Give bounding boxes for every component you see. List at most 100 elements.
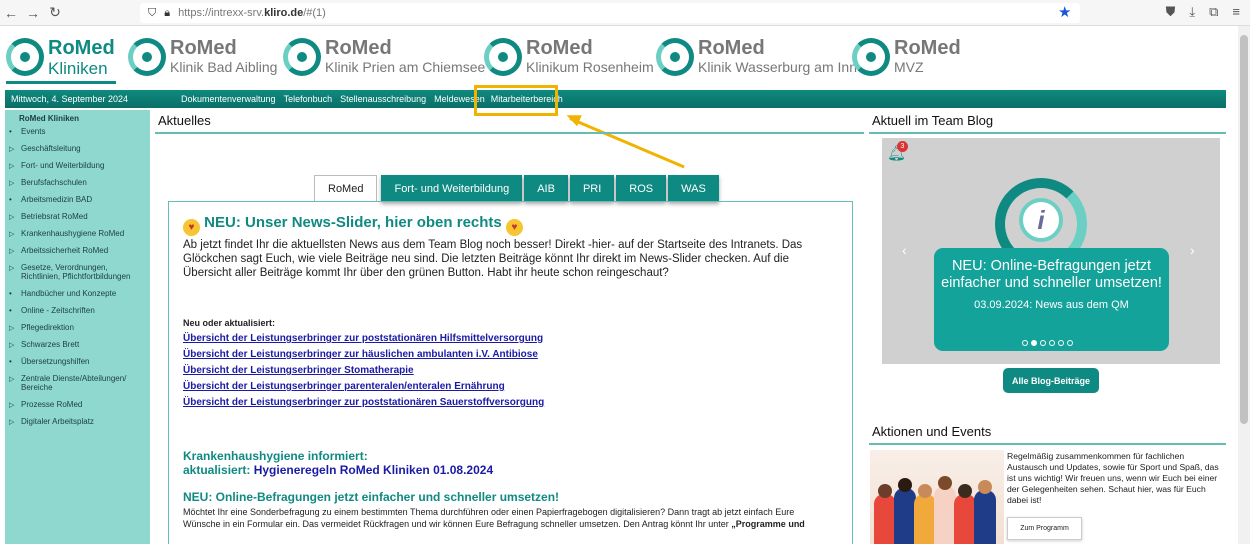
person-figure <box>934 486 956 544</box>
sidebar-item-label: Pflegedirektion <box>21 323 74 332</box>
news-content: ♥ NEU: Unser News-Slider, hier oben rech… <box>168 201 853 544</box>
slider-dot[interactable] <box>1022 340 1028 346</box>
logo-subtitle: Klinik Prien am Chiemsee <box>325 59 486 75</box>
slide-card[interactable]: NEU: Online-Befragungen jetzt einfacher … <box>934 248 1169 351</box>
slider-dot[interactable] <box>1067 340 1073 346</box>
slider-dot[interactable] <box>1031 340 1037 346</box>
sidebar-item[interactable]: Digitaler Arbeitsplatz <box>5 417 150 426</box>
sidebar-item-label: Berufsfachschulen <box>21 178 87 187</box>
sidebar-item[interactable]: Arbeitsmedizin BAD <box>5 195 150 204</box>
slider-dots <box>1022 340 1073 346</box>
pocket-icon[interactable]: ⛊ <box>1166 4 1176 20</box>
back-icon[interactable]: ← <box>0 5 22 21</box>
download-icon[interactable]: ⤓ <box>1189 4 1195 20</box>
sidebar-item[interactable]: Geschäftsleitung <box>5 144 150 153</box>
extensions-icon[interactable]: ⧉ <box>1209 4 1218 20</box>
link-sauerstoffversorgung[interactable]: Übersicht der Leistungserbringer zur pos… <box>183 397 838 408</box>
bookmark-star-icon[interactable]: ★ <box>1058 3 1071 21</box>
logo-prien[interactable]: RoMed Klinik Prien am Chiemsee <box>283 38 485 76</box>
online-survey-text: Möchtet Ihr eine Sonderbefragung zu eine… <box>183 506 838 530</box>
logo-mvz[interactable]: RoMed MVZ <box>852 38 961 76</box>
url-domain: kliro.de <box>264 7 304 19</box>
sidebar-item[interactable]: Übersetzungshilfen <box>5 357 150 366</box>
romed-logo-icon <box>852 38 890 76</box>
sidebar-item[interactable]: Krankenhaushygiene RoMed <box>5 229 150 238</box>
person-head <box>878 484 892 498</box>
link-stomatherapie[interactable]: Übersicht der Leistungserbringer Stomath… <box>183 365 838 376</box>
news-heading: ♥ NEU: Unser News-Slider, hier oben rech… <box>183 214 838 236</box>
sidebar-heading[interactable]: RoMed Kliniken <box>5 110 150 127</box>
expand-arrow-icon <box>9 340 17 349</box>
all-blog-posts-button[interactable]: Alle Blog-Beiträge <box>1003 368 1099 393</box>
hygiene-rules-link[interactable]: Hygieneregeln RoMed Kliniken 01.08.2024 <box>254 463 493 477</box>
sidebar-item-label: Prozesse RoMed <box>21 400 83 409</box>
sidebar-item[interactable]: Zentrale Dienste/Abteilungen/ Bereiche <box>5 374 150 392</box>
link-ernaehrung[interactable]: Übersicht der Leistungserbringer parente… <box>183 381 838 392</box>
online-text-bold: „Programme und <box>728 519 805 529</box>
lock-icon: 🔒︎ <box>164 6 171 19</box>
sidebar-item[interactable]: Prozesse RoMed <box>5 400 150 409</box>
active-logo-underline <box>6 81 116 84</box>
nav-dokumentenverwaltung[interactable]: Dokumentenverwaltung <box>181 94 276 104</box>
sidebar-item[interactable]: Betriebsrat RoMed <box>5 212 150 221</box>
sidebar-item[interactable]: Schwarzes Brett <box>5 340 150 349</box>
tab-fort-und-weiterbildung[interactable]: Fort- und Weiterbildung <box>381 175 523 202</box>
logo-name: RoMed <box>325 37 392 59</box>
expand-arrow-icon <box>9 400 17 409</box>
sidebar-item-label: Übersetzungshilfen <box>21 357 90 366</box>
sidebar-item[interactable]: Events <box>5 127 150 136</box>
reload-icon[interactable]: ↻ <box>44 4 66 21</box>
tab-pri[interactable]: PRI <box>569 175 615 202</box>
forward-icon[interactable]: → <box>22 5 44 21</box>
romed-logo-icon <box>484 38 522 76</box>
sidebar-item[interactable]: Handbücher und Konzepte <box>5 289 150 298</box>
online-text-line-2: Wünsche in ein Formular ein. Das vermeid… <box>183 519 729 529</box>
sidebar-item[interactable]: Pflegedirektion <box>5 323 150 332</box>
person-figure <box>874 494 896 544</box>
sidebar-item[interactable]: Online - Zeitschriften <box>5 306 150 315</box>
menu-icon[interactable]: ≡ <box>1232 4 1240 20</box>
program-button[interactable]: Zum Programm <box>1007 517 1082 540</box>
tab-was[interactable]: WAS <box>668 175 719 202</box>
logo-rosenheim[interactable]: RoMed Klinikum Rosenheim <box>484 38 654 76</box>
sidebar-item[interactable]: Gesetze, Verordnungen, Richtlinien, Pfli… <box>5 263 150 281</box>
logo-wasserburg[interactable]: RoMed Klinik Wasserburg am Inn <box>656 38 857 76</box>
logo-romed-kliniken[interactable]: RoMed Kliniken <box>6 38 115 77</box>
expand-arrow-icon <box>9 417 17 426</box>
url-suffix: /#(1) <box>303 7 326 19</box>
sidebar-item-label: Digitaler Arbeitsplatz <box>21 417 94 426</box>
slider-prev-icon[interactable]: ‹ <box>902 242 907 258</box>
url-prefix: https://intrexx-srv. <box>178 7 265 19</box>
person-figure <box>974 490 996 544</box>
news-intro: Ab jetzt findet Ihr die aktuellsten News… <box>183 239 803 279</box>
expand-arrow-icon <box>9 323 17 332</box>
sidebar-item-label: Zentrale Dienste/Abteilungen/ Bereiche <box>21 374 127 392</box>
person-figure <box>894 488 916 544</box>
slider-dot[interactable] <box>1040 340 1046 346</box>
tab-ros[interactable]: ROS <box>616 175 667 202</box>
hygiene-update: aktualisiert: Hygieneregeln RoMed Klinik… <box>183 463 838 477</box>
logo-bad-aibling[interactable]: RoMed Klinik Bad Aibling <box>128 38 277 76</box>
hygiene-prefix: aktualisiert: <box>183 463 254 477</box>
tab-aib[interactable]: AIB <box>524 175 568 202</box>
tab-romed[interactable]: RoMed <box>314 175 378 202</box>
link-hilfsmittelversorgung[interactable]: Übersicht der Leistungserbringer zur pos… <box>183 333 838 344</box>
logo-name: RoMed <box>170 37 237 59</box>
slider-next-icon[interactable]: › <box>1190 242 1195 258</box>
link-antibiose[interactable]: Übersicht der Leistungserbringer zur häu… <box>183 349 838 360</box>
sidebar-item-label: Schwarzes Brett <box>21 340 80 349</box>
slider-dot[interactable] <box>1049 340 1055 346</box>
sidebar-item[interactable]: Fort- und Weiterbildung <box>5 161 150 170</box>
news-slider[interactable]: 🔔︎ 3 i ‹ › NEU: Online-Befragungen jetzt… <box>882 138 1220 364</box>
sidebar-item[interactable]: Berufsfachschulen <box>5 178 150 187</box>
scrollbar-thumb[interactable] <box>1240 35 1248 424</box>
nav-stellenausschreibung[interactable]: Stellenausschreibung <box>340 94 426 104</box>
main-navbar: Mittwoch, 4. September 2024 Dokumentenve… <box>5 90 1226 108</box>
address-bar[interactable]: ⛉ 🔒︎ https://intrexx-srv.kliro.de/#(1) <box>140 3 1080 23</box>
expand-arrow-icon <box>9 178 17 187</box>
bullet-icon <box>9 127 17 136</box>
sidebar: RoMed Kliniken Events Geschäftsleitung For… <box>5 110 150 544</box>
sidebar-item[interactable]: Arbeitssicherheit RoMed <box>5 246 150 255</box>
nav-telefonbuch[interactable]: Telefonbuch <box>284 94 333 104</box>
slider-dot[interactable] <box>1058 340 1064 346</box>
